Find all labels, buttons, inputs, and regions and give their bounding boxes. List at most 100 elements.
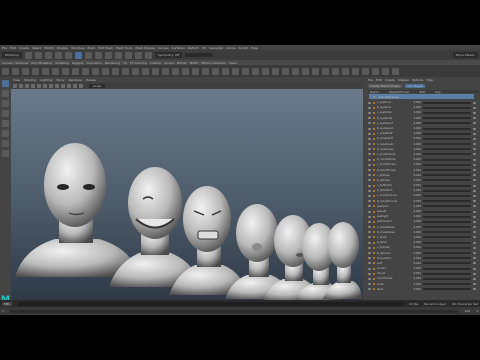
weight-slider[interactable] xyxy=(423,148,471,151)
key-icon[interactable] xyxy=(373,257,375,260)
weight-slider[interactable] xyxy=(423,189,471,192)
shelf-tab[interactable]: MASH xyxy=(190,61,199,65)
bookmark-icon[interactable] xyxy=(19,83,23,88)
target-weight[interactable]: 0.000 xyxy=(411,246,421,249)
edit-toggle-icon[interactable] xyxy=(473,257,476,260)
lights-icon[interactable] xyxy=(55,83,59,88)
edit-toggle-icon[interactable] xyxy=(473,111,476,114)
target-weight[interactable]: 0.000 xyxy=(411,132,421,135)
target-weight[interactable]: 0.000 xyxy=(411,122,421,125)
viewport-menu-item[interactable]: View xyxy=(13,78,20,82)
blendshape-node-row[interactable]: blendShape1 xyxy=(369,94,474,99)
edit-toggle-icon[interactable] xyxy=(473,106,476,109)
shelf-tab[interactable]: Bifrost xyxy=(177,61,187,65)
target-weight[interactable]: 0.000 xyxy=(411,137,421,140)
edit-toggle-icon[interactable] xyxy=(473,288,476,291)
key-icon[interactable] xyxy=(373,111,375,114)
anim-layer-label[interactable]: No Anim Layer xyxy=(424,302,446,306)
visibility-icon[interactable] xyxy=(368,220,371,223)
key-icon[interactable] xyxy=(373,200,375,203)
weight-slider[interactable] xyxy=(423,163,471,166)
edit-toggle-icon[interactable] xyxy=(473,194,476,197)
shelf-tab[interactable]: Rendering xyxy=(105,61,120,65)
current-frame[interactable]: 1 xyxy=(476,309,478,313)
weight-slider[interactable] xyxy=(423,205,471,208)
weight-slider[interactable] xyxy=(423,246,471,249)
smooth-shade-icon[interactable] xyxy=(43,83,47,88)
visibility-icon[interactable] xyxy=(368,111,371,114)
key-icon[interactable] xyxy=(373,252,375,255)
edit-toggle-icon[interactable] xyxy=(473,262,476,265)
edit-toggle-icon[interactable] xyxy=(473,169,476,172)
menu-item[interactable]: Display xyxy=(57,46,68,50)
target-weight[interactable]: 0.000 xyxy=(411,169,421,172)
menu-item[interactable]: Mesh Display xyxy=(135,46,155,50)
wireframe-icon[interactable] xyxy=(37,83,41,88)
shelf-tool-icon[interactable] xyxy=(332,67,339,75)
grid-toggle-icon[interactable] xyxy=(31,83,35,88)
target-weight[interactable]: 0.000 xyxy=(411,184,421,187)
visibility-icon[interactable] xyxy=(368,106,371,109)
visibility-icon[interactable] xyxy=(368,252,371,255)
key-icon[interactable] xyxy=(373,246,375,249)
edit-toggle-icon[interactable] xyxy=(473,210,476,213)
open-scene-icon[interactable] xyxy=(34,51,42,59)
time-slider-track[interactable] xyxy=(9,309,459,313)
target-weight[interactable]: 0.000 xyxy=(411,241,421,244)
target-weight[interactable]: 0.000 xyxy=(411,277,421,280)
weight-slider[interactable] xyxy=(423,106,471,109)
visibility-icon[interactable] xyxy=(368,200,371,203)
visibility-icon[interactable] xyxy=(368,194,371,197)
shelf-tool-icon[interactable] xyxy=(32,67,39,75)
shelf-tool-icon[interactable] xyxy=(372,67,379,75)
shelf-tool-icon[interactable] xyxy=(292,67,299,75)
move-tool-icon[interactable] xyxy=(2,110,9,117)
weight-slider[interactable] xyxy=(423,262,471,265)
key-icon[interactable] xyxy=(373,267,375,270)
shelf-tool-icon[interactable] xyxy=(212,67,219,75)
shape-editor-menu-item[interactable]: Edit xyxy=(376,78,382,82)
shelf-tab[interactable]: Animation xyxy=(86,61,101,65)
visibility-icon[interactable] xyxy=(368,189,371,192)
shelf-tool-icon[interactable] xyxy=(182,67,189,75)
visibility-icon[interactable] xyxy=(368,153,371,156)
edit-toggle-icon[interactable] xyxy=(473,137,476,140)
command-input[interactable] xyxy=(18,301,403,306)
workspace-dropdown[interactable]: Maya Classic xyxy=(452,52,478,58)
target-weight[interactable]: 0.000 xyxy=(411,283,421,286)
edit-toggle-icon[interactable] xyxy=(473,148,476,151)
key-icon[interactable] xyxy=(373,262,375,265)
visibility-icon[interactable] xyxy=(368,117,371,120)
lasso-tool-icon[interactable] xyxy=(2,90,9,97)
shelf-tool-icon[interactable] xyxy=(192,67,199,75)
edit-toggle-icon[interactable] xyxy=(473,117,476,120)
shelf-tab[interactable]: Custom xyxy=(150,61,162,65)
target-weight[interactable]: 0.000 xyxy=(411,210,421,213)
weight-slider[interactable] xyxy=(423,277,471,280)
four-view-icon[interactable] xyxy=(2,150,9,157)
edit-toggle-icon[interactable] xyxy=(473,272,476,275)
key-icon[interactable] xyxy=(373,137,375,140)
key-icon[interactable] xyxy=(373,283,375,286)
visibility-icon[interactable] xyxy=(368,241,371,244)
target-weight[interactable]: 0.000 xyxy=(411,215,421,218)
key-icon[interactable] xyxy=(373,132,375,135)
viewport-menu-item[interactable]: Shading xyxy=(24,78,36,82)
gate-mask-icon[interactable] xyxy=(79,83,83,88)
mel-label[interactable]: MEL xyxy=(2,301,13,306)
key-icon[interactable] xyxy=(373,226,375,229)
edit-toggle-icon[interactable] xyxy=(473,179,476,182)
menu-item[interactable]: Surfaces xyxy=(172,46,185,50)
weight-slider[interactable] xyxy=(423,200,471,203)
visibility-icon[interactable] xyxy=(368,267,371,270)
target-weight[interactable]: 0.000 xyxy=(411,220,421,223)
shelf-tool-icon[interactable] xyxy=(232,67,239,75)
image-plane-icon[interactable] xyxy=(25,83,29,88)
menu-item[interactable]: Select xyxy=(32,46,41,50)
key-icon[interactable] xyxy=(373,184,375,187)
range-start[interactable]: 1 xyxy=(2,309,4,313)
shape-editor-menu-item[interactable]: Help xyxy=(426,78,433,82)
menu-item[interactable]: Mesh xyxy=(88,46,96,50)
edit-toggle-icon[interactable] xyxy=(473,189,476,192)
visibility-icon[interactable] xyxy=(368,210,371,213)
